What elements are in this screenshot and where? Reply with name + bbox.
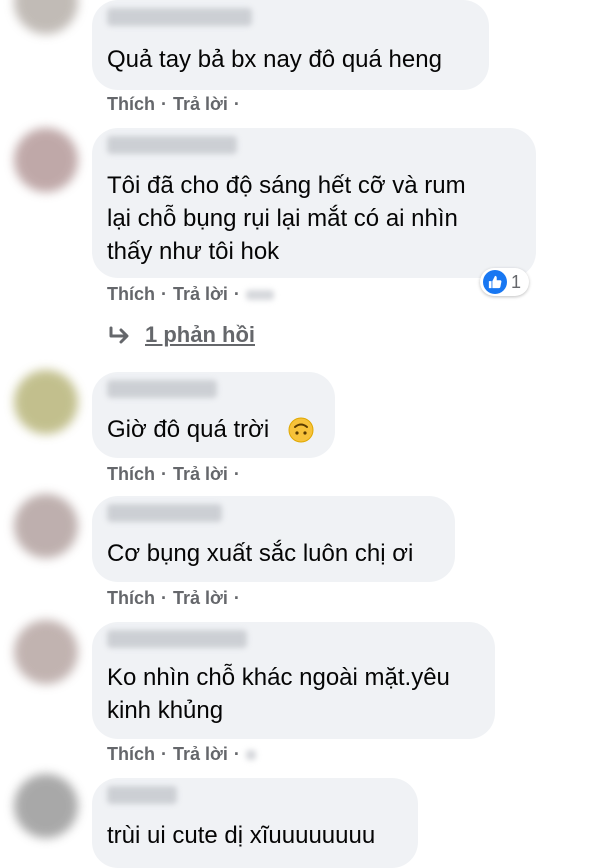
commenter-name-blurred[interactable]: [107, 786, 177, 804]
comment-actions: Thích · Trả lời ·: [107, 464, 240, 485]
commenter-avatar[interactable]: [14, 0, 78, 34]
comment-actions: Thích · Trả lời ·: [107, 744, 256, 765]
commenter-name-blurred[interactable]: [107, 380, 217, 398]
like-icon: [483, 270, 507, 294]
reply-link[interactable]: Trả lời: [173, 744, 228, 765]
reply-link[interactable]: Trả lời: [173, 284, 228, 305]
separator: ·: [161, 744, 167, 764]
comment-text: Tôi đã cho độ sáng hết cỡ và rum: [107, 172, 466, 199]
timestamp-blurred[interactable]: [245, 749, 256, 760]
separator: ·: [233, 464, 240, 484]
timestamp-blurred[interactable]: [245, 289, 274, 300]
separator: ·: [233, 284, 240, 304]
comment-bubble: Ko nhìn chỗ khác ngoài mặt.yêu kinh khủn…: [92, 622, 495, 739]
commenter-name-blurred[interactable]: [107, 136, 237, 154]
comment-text: lại chỗ bụng rụi lại mắt có ai nhìn: [107, 205, 458, 232]
comment-actions: Thích · Trả lời ·: [107, 284, 274, 305]
separator: ·: [233, 588, 240, 608]
comment-text: Cơ bụng xuất sắc luôn chị ơi: [107, 540, 414, 567]
reaction-summary[interactable]: 1: [480, 268, 530, 296]
separator: ·: [161, 94, 167, 114]
like-link[interactable]: Thích: [107, 744, 155, 765]
upside-down-face-icon: [288, 417, 314, 443]
comment-actions: Thích · Trả lời ·: [107, 94, 240, 115]
like-link[interactable]: Thích: [107, 464, 155, 485]
commenter-avatar[interactable]: [14, 370, 78, 434]
like-link[interactable]: Thích: [107, 94, 155, 115]
commenter-name-blurred[interactable]: [107, 504, 222, 522]
comment-text: thấy như tôi hok: [107, 238, 280, 265]
separator: ·: [161, 284, 167, 304]
separator: ·: [233, 94, 240, 114]
commenter-name-blurred[interactable]: [107, 630, 247, 648]
commenter-avatar[interactable]: [14, 774, 78, 838]
like-link[interactable]: Thích: [107, 588, 155, 609]
reply-link[interactable]: Trả lời: [173, 464, 228, 485]
separator: ·: [161, 464, 167, 484]
like-link[interactable]: Thích: [107, 284, 155, 305]
reply-link[interactable]: Trả lời: [173, 588, 228, 609]
comment-text: trùi ui cute dị xĩuuuuuuuu: [107, 822, 376, 849]
reply-link[interactable]: Trả lời: [173, 94, 228, 115]
separator: ·: [233, 744, 240, 764]
comment-actions: Thích · Trả lời ·: [107, 588, 240, 609]
comment-text: Ko nhìn chỗ khác ngoài mặt.yêu: [107, 664, 450, 691]
comment-text: Giờ đô quá trời: [107, 416, 270, 443]
replies-count-label[interactable]: 1 phản hồi: [145, 322, 255, 348]
comment-bubble: Cơ bụng xuất sắc luôn chị ơi: [92, 496, 455, 582]
comment-bubble: Quả tay bả bx nay đô quá heng: [92, 0, 489, 90]
comment-bubble: trùi ui cute dị xĩuuuuuuuu: [92, 778, 418, 868]
view-replies-link[interactable]: 1 phản hồi: [107, 322, 255, 348]
comment-bubble: Giờ đô quá trời: [92, 372, 335, 458]
commenter-avatar[interactable]: [14, 620, 78, 684]
comment-bubble: Tôi đã cho độ sáng hết cỡ và rum lại chỗ…: [92, 128, 536, 278]
reaction-count: 1: [511, 271, 522, 292]
commenter-name-blurred[interactable]: [107, 8, 252, 26]
commenter-avatar[interactable]: [14, 128, 78, 192]
reply-arrow-icon: [109, 326, 129, 344]
commenter-avatar[interactable]: [14, 494, 78, 558]
comment-text: kinh khủng: [107, 697, 224, 724]
separator: ·: [161, 588, 167, 608]
comment-text: Quả tay bả bx nay đô quá heng: [107, 46, 442, 73]
